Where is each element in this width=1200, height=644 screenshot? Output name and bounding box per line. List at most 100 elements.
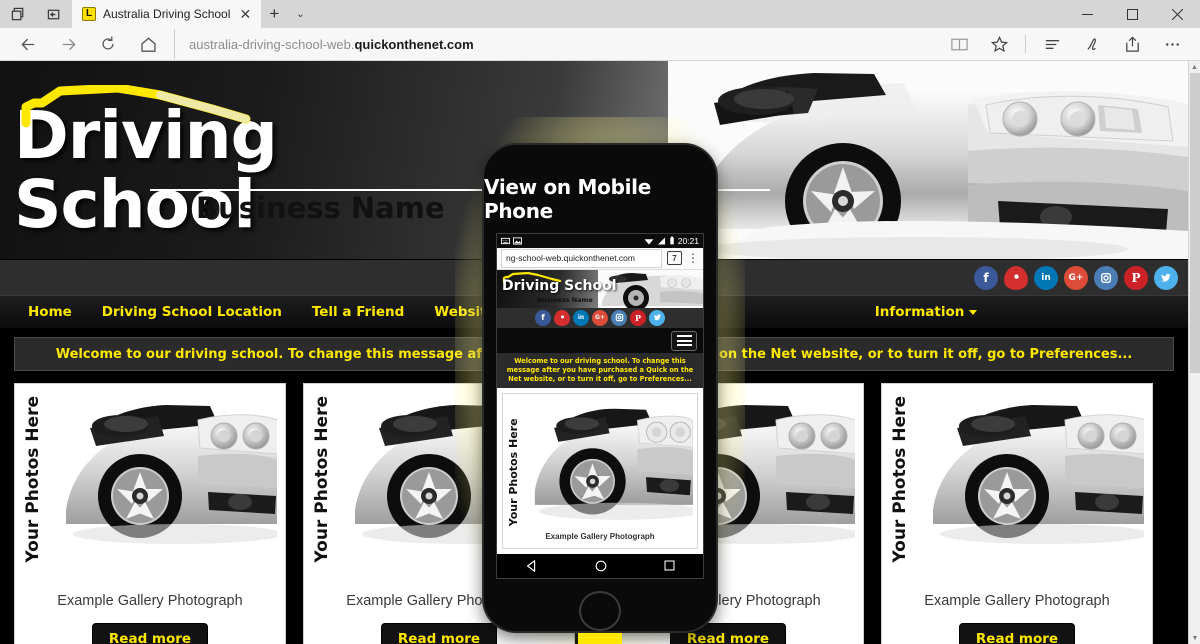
gallery-card-caption: Example Gallery Photograph [57,592,243,609]
nav-item-home[interactable]: Home [0,304,87,320]
your-photos-here-label: Your Photos Here [890,396,910,563]
phone-screen: 20:21 ng-school-web.quickonthenet.com 7 … [496,233,704,579]
phone-browser-bar: ng-school-web.quickonthenet.com 7 ⋮ [497,247,703,271]
phone-base-highlight [578,633,622,644]
reading-view-icon[interactable] [939,29,979,59]
minimize-button[interactable] [1065,0,1110,28]
page-viewport: Driving School Business Name f in G+ P H… [0,61,1200,644]
toolbar-actions [939,29,1192,59]
gallery-card[interactable]: Your Photos Here [14,383,286,644]
phone-logo-subtitle: Business Name [537,296,593,305]
nav-item-information[interactable]: Information [860,304,993,320]
phone-status-right: 20:21 [644,236,699,246]
phone-menu-icon[interactable]: ⋮ [687,252,699,264]
phone-site-header: Driving School Business Name [497,270,703,309]
your-photos-here-label: Your Photos Here [507,418,520,527]
phone-home-button[interactable] [579,590,621,631]
twitter-icon[interactable] [649,309,665,326]
share-icon[interactable] [1112,29,1152,59]
favorites-star-icon[interactable] [979,29,1019,59]
signal-icon [657,237,665,245]
phone-social-bar: f in G+ P [497,308,703,328]
close-tab-icon[interactable]: ✕ [237,6,253,22]
wifi-icon [644,238,654,245]
facebook-icon[interactable]: f [535,309,551,326]
back-icon[interactable] [8,29,48,59]
twitter-icon[interactable] [1154,265,1178,290]
gallery-card[interactable]: Your Photos Here [881,383,1153,644]
browser-window: L Australia Driving School ✕ + ⌄ austral… [0,0,1200,644]
instagram-icon[interactable] [611,309,627,326]
logo-subtitle: Business Name [196,191,445,225]
read-more-button[interactable]: Read more [958,622,1076,644]
tab-preview-icon[interactable] [0,0,36,28]
tab-title: Australia Driving School [103,7,231,21]
google-plus-icon[interactable]: G+ [592,309,608,326]
header-car-photo [668,61,1188,259]
page-scrollbar[interactable]: ▲ ▼ [1188,61,1200,644]
scrollbar-thumb[interactable] [1190,73,1200,373]
gallery-car-photo [49,392,277,552]
address-bar[interactable]: australia-driving-school-web. quickonthen… [174,29,939,59]
settings-more-icon[interactable] [1152,29,1192,59]
gallery-car-photo [916,392,1144,552]
scroll-up-arrow-icon[interactable]: ▲ [1189,61,1200,73]
hub-icon[interactable] [1032,29,1072,59]
location-pin-icon[interactable] [1004,265,1028,290]
phone-gallery-caption: Example Gallery Photograph [545,532,655,542]
browser-toolbar: australia-driving-school-web. quickonthen… [0,28,1200,61]
facebook-icon[interactable]: f [974,265,998,290]
phone-gallery-photo-row: Your Photos Here [507,397,693,527]
gallery-card-photo-row: Your Photos Here [890,392,1144,567]
gallery-card-caption: Example Gallery Photograph [924,592,1110,609]
read-more-button[interactable]: Read more [91,622,209,644]
battery-icon [670,236,674,245]
phone-welcome-banner-text: Welcome to our driving school. To change… [506,357,694,383]
your-photos-here-label: Your Photos Here [23,396,43,563]
linkedin-icon[interactable]: in [573,309,589,326]
browser-titlebar: L Australia Driving School ✕ + ⌄ [0,0,1200,28]
tab-favicon-l-plate: L [82,7,96,21]
forward-icon[interactable] [48,29,88,59]
nav-item-driving-school-location[interactable]: Driving School Location [87,304,297,320]
pinterest-icon[interactable]: P [630,309,646,326]
phone-title: View on Mobile Phone [484,175,651,223]
toolbar-divider [1025,35,1026,53]
nav-item-tell-a-friend[interactable]: Tell a Friend [297,304,419,320]
phone-gallery-card[interactable]: Your Photos Here Example Gallery Photogr… [502,392,698,550]
chevron-down-icon[interactable]: ⌄ [287,0,313,28]
mobile-phone-mockup: View on Mobile Phone 20:21 ng-school-web… [484,145,716,631]
linkedin-icon[interactable]: in [1034,265,1058,290]
new-tab-button[interactable]: + [261,0,287,28]
close-button[interactable] [1155,0,1200,28]
refresh-icon[interactable] [88,29,128,59]
set-tabs-aside-icon[interactable] [36,0,72,28]
recents-icon[interactable] [663,559,676,572]
phone-menu-row [497,327,703,354]
home-icon[interactable] [594,559,608,573]
back-icon[interactable] [525,559,539,573]
phone-tab-count[interactable]: 7 [667,251,682,266]
phone-clock: 20:21 [677,235,699,246]
phone-status-left [501,237,644,245]
browser-tab[interactable]: L Australia Driving School ✕ [72,0,262,28]
window-controls [1065,0,1200,28]
pinterest-icon[interactable]: P [1124,265,1148,290]
logo-car-silhouette-icon [21,85,251,128]
keyboard-icon [501,237,510,244]
home-icon[interactable] [128,29,168,59]
google-plus-icon[interactable]: G+ [1064,265,1088,290]
scroll-down-arrow-icon[interactable]: ▼ [1189,632,1200,644]
phone-address-bar[interactable]: ng-school-web.quickonthenet.com [501,248,662,268]
read-more-button[interactable]: Read more [380,622,498,644]
address-prefix: australia-driving-school-web. [189,36,355,52]
hamburger-menu-icon[interactable] [671,330,697,351]
address-domain: quickonthenet.com [354,36,474,52]
phone-android-navbar [497,554,703,578]
instagram-icon[interactable] [1094,265,1118,290]
maximize-button[interactable] [1110,0,1155,28]
phone-logo-title: Driving School [502,278,617,295]
web-note-pen-icon[interactable] [1072,29,1112,59]
nav-item-information-label: Information [874,304,965,320]
location-pin-icon[interactable] [554,309,570,326]
